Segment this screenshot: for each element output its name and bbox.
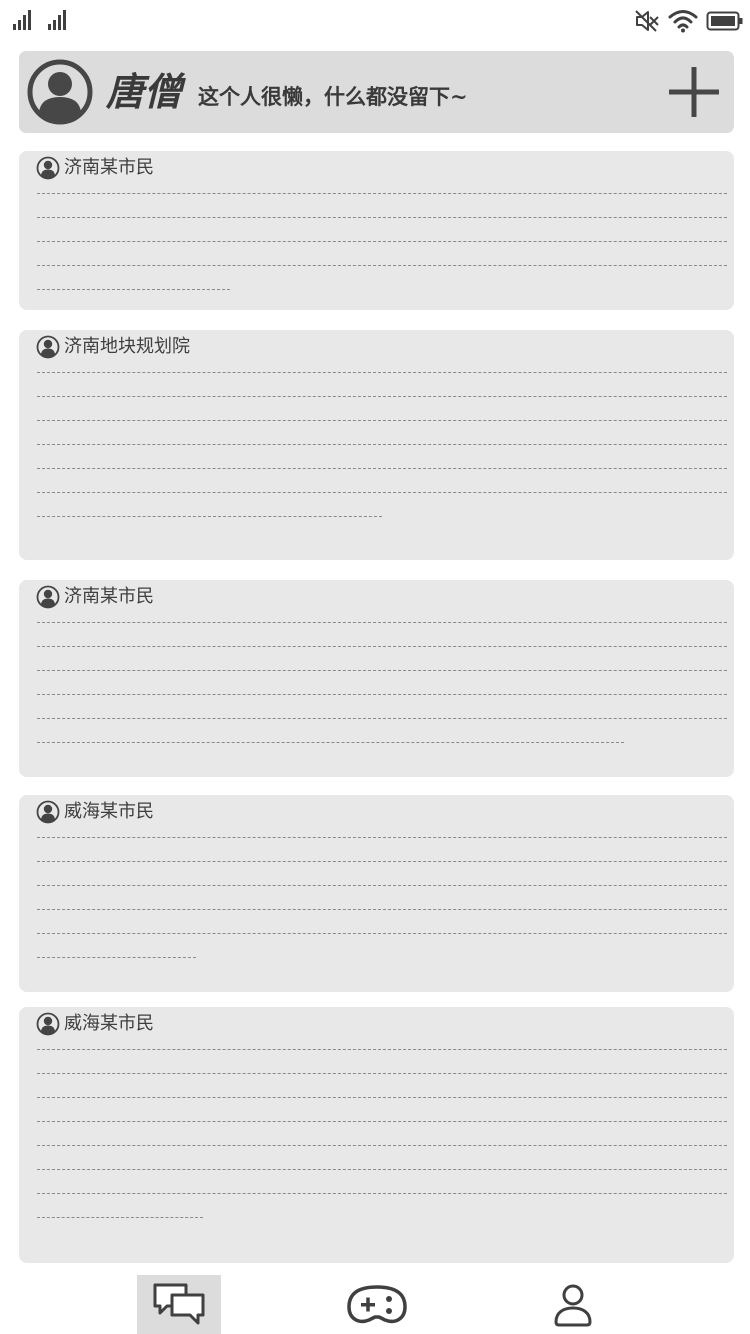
- post-text-line: [37, 694, 727, 695]
- post-card[interactable]: 威海某市民: [19, 795, 734, 992]
- post-author: 威海某市民: [36, 799, 154, 825]
- post-text: [37, 1049, 727, 1241]
- post-text-line: [37, 670, 727, 671]
- post-text-line: [37, 193, 727, 194]
- user-avatar-icon: [36, 156, 60, 180]
- post-text: [37, 372, 727, 540]
- post-text-line: [37, 1169, 727, 1170]
- post-text-line: [37, 396, 727, 397]
- post-text-line: [37, 885, 727, 886]
- post-author-name: 济南地块规划院: [64, 336, 190, 357]
- chat-bubbles-icon: [153, 1283, 205, 1324]
- gamepad-icon: [347, 1284, 407, 1323]
- bottom-tab-bar: [0, 1272, 750, 1334]
- profile-header: 唐僧 这个人很懒，什么都没留下~: [19, 51, 734, 133]
- post-card[interactable]: 济南某市民: [19, 580, 734, 777]
- post-text-line: [37, 420, 727, 421]
- post-text-line: [37, 1121, 727, 1122]
- post-card[interactable]: 威海某市民: [19, 1007, 734, 1263]
- post-text-line: [37, 957, 196, 958]
- post-card[interactable]: 济南地块规划院: [19, 330, 734, 560]
- profile-bio: 这个人很懒，什么都没留下~: [198, 84, 468, 109]
- post-text: [37, 837, 727, 981]
- user-icon: [554, 1284, 592, 1326]
- tab-games[interactable]: [335, 1275, 419, 1334]
- post-text-line: [37, 492, 727, 493]
- post-author: 济南某市民: [36, 155, 154, 181]
- user-avatar-icon[interactable]: [27, 59, 93, 125]
- post-text-line: [37, 1193, 727, 1194]
- post-text-line: [37, 933, 727, 934]
- post-text-line: [37, 1049, 727, 1050]
- tab-profile[interactable]: [531, 1275, 615, 1334]
- post-text-line: [37, 265, 727, 266]
- post-text-line: [37, 1217, 203, 1218]
- post-author: 济南某市民: [36, 584, 154, 610]
- user-avatar-icon: [36, 335, 60, 359]
- post-text-line: [37, 372, 727, 373]
- post-text-line: [37, 909, 727, 910]
- tab-messages[interactable]: [137, 1275, 221, 1334]
- plus-icon[interactable]: [667, 65, 721, 119]
- battery-icon: [706, 11, 743, 31]
- user-avatar-icon: [36, 1012, 60, 1036]
- post-text: [37, 193, 727, 310]
- post-author: 济南地块规划院: [36, 334, 190, 360]
- signal-icon: [13, 10, 31, 30]
- mute-icon: [635, 10, 659, 32]
- post-text-line: [37, 1073, 727, 1074]
- post-author: 威海某市民: [36, 1011, 154, 1037]
- signal-icon: [48, 10, 66, 30]
- post-author-name: 威海某市民: [64, 1013, 154, 1034]
- post-text-line: [37, 718, 727, 719]
- post-author-name: 济南某市民: [64, 157, 154, 178]
- post-text: [37, 622, 727, 766]
- post-author-name: 济南某市民: [64, 586, 154, 607]
- post-text-line: [37, 1097, 727, 1098]
- post-text-line: [37, 861, 727, 862]
- post-text-line: [37, 217, 727, 218]
- status-icons: [634, 9, 744, 33]
- post-text-line: [37, 646, 727, 647]
- post-text-line: [37, 444, 727, 445]
- post-text-line: [37, 289, 231, 290]
- post-text-line: [37, 742, 624, 743]
- profile-name: 唐僧: [106, 69, 183, 114]
- user-avatar-icon: [36, 585, 60, 609]
- wifi-icon: [668, 10, 698, 33]
- user-avatar-icon: [36, 800, 60, 824]
- post-text-line: [37, 1145, 727, 1146]
- post-text-line: [37, 837, 727, 838]
- post-text-line: [37, 516, 382, 517]
- post-card[interactable]: 济南某市民: [19, 151, 734, 310]
- post-text-line: [37, 241, 727, 242]
- post-text-line: [37, 622, 727, 623]
- post-author-name: 威海某市民: [64, 801, 154, 822]
- status-bar: [0, 0, 750, 44]
- post-text-line: [37, 468, 727, 469]
